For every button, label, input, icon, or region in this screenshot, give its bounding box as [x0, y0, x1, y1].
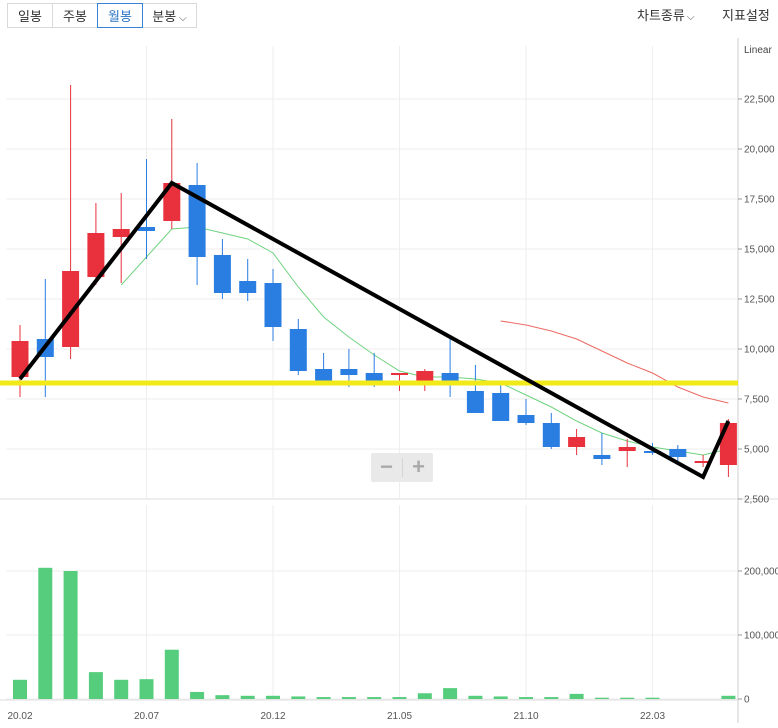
moving-average-short-line — [120, 226, 729, 456]
y-tick-label: 12,500 — [744, 295, 775, 306]
volume-bar — [316, 697, 331, 699]
x-tick-label: 20.07 — [134, 711, 159, 722]
x-tick-label: 22.03 — [640, 711, 665, 722]
candle-down — [315, 369, 333, 381]
volume-bar — [620, 697, 635, 699]
candle-up — [618, 447, 636, 451]
x-tick-label: 21.05 — [387, 711, 412, 722]
period-monthly-button[interactable]: 월봉 — [97, 3, 143, 28]
volume-bar — [114, 679, 129, 699]
zoom-controls: − + — [371, 453, 433, 482]
candle-down — [289, 329, 307, 371]
y-tick-label: 15,000 — [744, 245, 775, 256]
volume-bar — [417, 693, 432, 699]
period-weekly-button[interactable]: 주봉 — [52, 3, 98, 28]
volume-bar — [569, 693, 584, 699]
y-tick-label: 10,000 — [744, 345, 775, 356]
volume-bar — [367, 697, 382, 699]
y-tick-label: 17,500 — [744, 195, 775, 206]
volume-bar — [341, 697, 356, 699]
candle-down — [138, 227, 155, 231]
moving-average-long-line — [500, 320, 729, 404]
toolbar: 일봉 주봉 월봉 분봉 ⌵ 차트종류 ⌵ 지표설정 — [0, 0, 778, 36]
candle-down — [239, 281, 257, 293]
volume-bar — [13, 679, 27, 699]
zoom-in-button[interactable]: + — [403, 453, 434, 482]
volume-tick-label: 200,000 — [744, 567, 778, 578]
volume-bar — [63, 571, 78, 699]
volume-bar — [164, 649, 179, 699]
volume-bar — [240, 695, 255, 699]
candle-down — [466, 391, 484, 413]
candle-up — [719, 423, 737, 465]
chevron-down-icon: ⌵ — [686, 12, 695, 23]
candle-up — [568, 437, 586, 447]
stock-chart: Linear 2,500 5,000 7,500 10,000 12,500 15,000 1… — [0, 38, 778, 723]
candle-down — [517, 415, 535, 423]
volume-bar — [88, 672, 103, 699]
period-minute-dropdown[interactable]: 분봉 ⌵ — [142, 3, 197, 28]
candle-up — [112, 229, 130, 237]
volume-bar — [645, 697, 660, 699]
y-tick-label: 7,500 — [744, 395, 769, 406]
candle-down — [593, 455, 611, 459]
volume-bar — [544, 697, 559, 699]
volume-bar — [392, 697, 407, 699]
chevron-down-icon: ⌵ — [179, 13, 187, 24]
volume-bar — [291, 696, 306, 699]
volume-bar — [468, 695, 483, 699]
candle-up — [391, 373, 408, 375]
volume-bar — [443, 688, 458, 699]
y-tick-label: 2,500 — [744, 495, 769, 506]
chart-type-label: 차트종류 — [637, 8, 685, 23]
volume-bar — [721, 695, 736, 699]
volume-bar — [519, 697, 533, 699]
volume-bar — [594, 697, 609, 699]
candle-down — [213, 255, 231, 293]
period-daily-button[interactable]: 일봉 — [7, 3, 53, 28]
y-tick-label: 5,000 — [744, 445, 769, 456]
volume-bar — [266, 695, 280, 699]
volume-bar — [139, 679, 154, 699]
candle-down — [264, 283, 282, 327]
x-tick-label: 21.10 — [513, 711, 538, 722]
volume-bar — [38, 567, 53, 699]
chart-area: Linear 2,500 5,000 7,500 10,000 12,500 15,000 1… — [0, 36, 778, 723]
x-tick-label: 20.02 — [7, 711, 32, 722]
zoom-out-button[interactable]: − — [371, 453, 402, 482]
candle-down — [542, 423, 560, 447]
scale-label: Linear — [744, 45, 772, 56]
volume-bar — [493, 696, 508, 699]
volume-bar — [190, 691, 205, 699]
indicator-settings-button[interactable]: 지표설정 — [722, 3, 770, 28]
candle-down — [492, 393, 510, 421]
y-tick-label: 20,000 — [744, 145, 775, 156]
candle-down — [669, 449, 687, 457]
period-minute-label: 분봉 — [152, 9, 177, 24]
volume-tick-label: 0 — [744, 695, 750, 706]
volume-bar — [215, 695, 230, 699]
chart-type-dropdown[interactable]: 차트종류 ⌵ — [637, 3, 694, 28]
candle-down — [340, 369, 358, 375]
x-tick-label: 20.12 — [260, 711, 285, 722]
trend-line — [18, 180, 731, 480]
y-tick-label: 22,500 — [744, 95, 775, 106]
volume-tick-label: 100,000 — [744, 631, 778, 642]
